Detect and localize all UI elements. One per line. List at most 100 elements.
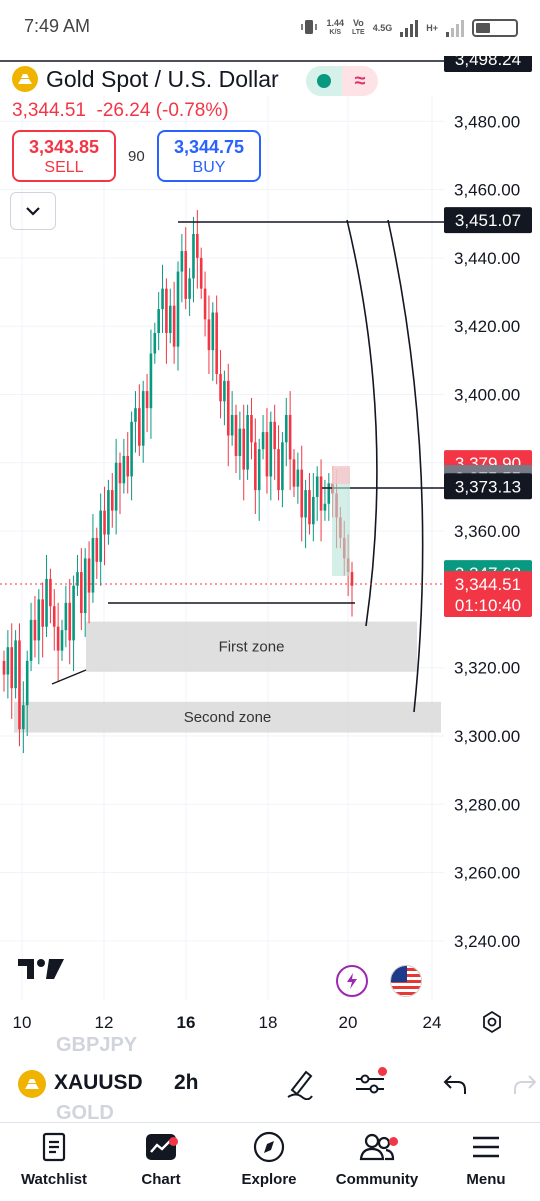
- candle-body: [25, 660, 29, 706]
- candle-body: [56, 626, 60, 651]
- candle-body: [6, 647, 10, 675]
- indicators-icon[interactable]: [354, 1067, 387, 1103]
- price-axis-label: 3,260.00: [454, 864, 520, 883]
- net-speed: 1.44 K/S: [326, 18, 345, 36]
- price-axis-label: 3,320.00: [454, 659, 520, 678]
- candle-body: [230, 414, 234, 436]
- symbol-selector[interactable]: XAUUSD: [54, 1071, 143, 1095]
- price-axis-label: 3,300.00: [454, 727, 520, 746]
- community-icon: [359, 1133, 395, 1161]
- candle-body: [304, 490, 307, 518]
- price-axis: 3,480.00 3,460.00 3,440.00 3,420.00 3,400.00…: [454, 112, 520, 951]
- price-change-pct: (-0.78%): [155, 100, 229, 121]
- trend-line: [51, 669, 87, 685]
- sell-button[interactable]: 3,343.85 SELL: [12, 130, 116, 182]
- candle-body: [203, 288, 207, 320]
- lightning-icon[interactable]: [336, 965, 368, 997]
- nav-menu[interactable]: Menu: [436, 1131, 536, 1188]
- candle-body: [87, 558, 91, 593]
- candle-body: [83, 558, 87, 614]
- candle-body: [211, 312, 215, 351]
- settings-icon[interactable]: [480, 1010, 504, 1039]
- us-flag-icon[interactable]: [390, 965, 422, 997]
- candle-body: [165, 288, 168, 334]
- market-status-pill[interactable]: ≈: [306, 66, 378, 96]
- candle-body: [52, 606, 56, 627]
- zones: First zone Second zone: [14, 621, 441, 733]
- menu-icon: [473, 1136, 499, 1158]
- status-bar: 7:49 AM 1.44 K/S Vo LTE 4.5G H+: [0, 0, 540, 56]
- candle-body: [327, 483, 331, 504]
- bottom-nav: Watchlist Chart Explore Community Menu: [0, 1122, 540, 1201]
- wave-icon: ≈: [342, 66, 378, 96]
- candle-body: [273, 421, 276, 450]
- candle-body: [223, 380, 226, 402]
- chart-icon: [146, 1134, 176, 1160]
- candle-body: [180, 251, 184, 272]
- candle-body: [168, 305, 172, 334]
- candle-body: [64, 602, 68, 631]
- candle-body: [138, 408, 141, 446]
- nav-community[interactable]: Community: [327, 1131, 427, 1188]
- gold-logo-icon: [12, 66, 38, 92]
- candle-body: [300, 469, 304, 518]
- candle-body: [103, 510, 106, 535]
- position-box: [332, 468, 350, 576]
- candle-body: [296, 469, 300, 487]
- status-time: 7:49 AM: [24, 16, 91, 36]
- sell-label: SELL: [44, 159, 84, 176]
- candle-body: [172, 305, 176, 347]
- buy-button[interactable]: 3,344.75 BUY: [157, 130, 261, 182]
- collapse-button[interactable]: [10, 192, 56, 230]
- candle-body: [60, 630, 64, 651]
- redo-icon[interactable]: [512, 1072, 538, 1101]
- candle-body: [196, 233, 199, 258]
- candle-body: [45, 578, 48, 627]
- nav-explore[interactable]: Explore: [219, 1131, 319, 1188]
- symbol-toolbar: GBPJPY GOLD XAUUSD 2h: [0, 1034, 540, 1126]
- symbol-title[interactable]: Gold Spot / U.S. Dollar: [46, 66, 279, 93]
- candle-body: [238, 428, 242, 456]
- time-axis-label: 18: [259, 1013, 278, 1032]
- candle-body: [134, 408, 137, 422]
- candle-body: [254, 442, 257, 491]
- candle-body: [315, 476, 319, 497]
- nav-watchlist[interactable]: Watchlist: [4, 1131, 104, 1188]
- candle-body: [242, 428, 246, 470]
- price-change: -26.24: [96, 100, 151, 121]
- candle-body: [257, 449, 261, 491]
- price-axis-label: 3,400.00: [454, 386, 520, 405]
- undo-icon[interactable]: [442, 1072, 468, 1101]
- tradingview-logo: [16, 955, 66, 988]
- nav-chart[interactable]: Chart: [111, 1131, 211, 1188]
- candle-body: [308, 490, 311, 525]
- candle-body: [141, 391, 145, 446]
- prev-symbol[interactable]: GBPJPY: [56, 1034, 137, 1057]
- candle-body: [80, 572, 83, 614]
- candle-body: [161, 288, 164, 310]
- price-change-line: 3,344.51 -26.24 (-0.78%): [12, 100, 229, 122]
- signal-icon: [400, 19, 419, 37]
- candle-body: [95, 537, 99, 562]
- candle-body: [226, 380, 230, 436]
- candle-body: [29, 619, 33, 661]
- candle-body: [176, 271, 180, 347]
- candle-body: [199, 257, 203, 289]
- price-chart[interactable]: First zoneSecond zone 3,480.003,460.003,…: [0, 56, 540, 1056]
- watchlist-icon: [42, 1132, 66, 1162]
- candle-body: [250, 414, 253, 443]
- candle-body: [91, 537, 95, 593]
- vibrate-icon: [300, 18, 318, 39]
- price-tag-label: 3,344.51: [455, 575, 521, 594]
- draw-tool-icon[interactable]: [284, 1066, 316, 1105]
- interval-selector[interactable]: 2h: [174, 1071, 199, 1095]
- battery-icon: [472, 19, 518, 37]
- price-tag-label: 3,498.24: [455, 56, 521, 69]
- price-tag-label: 3,451.07: [455, 211, 521, 230]
- candle-body: [37, 599, 41, 641]
- candle-body: [110, 490, 114, 511]
- candle-body: [284, 414, 288, 443]
- candle-body: [145, 391, 149, 409]
- time-axis-label: 24: [423, 1013, 442, 1032]
- candle-body: [49, 578, 52, 607]
